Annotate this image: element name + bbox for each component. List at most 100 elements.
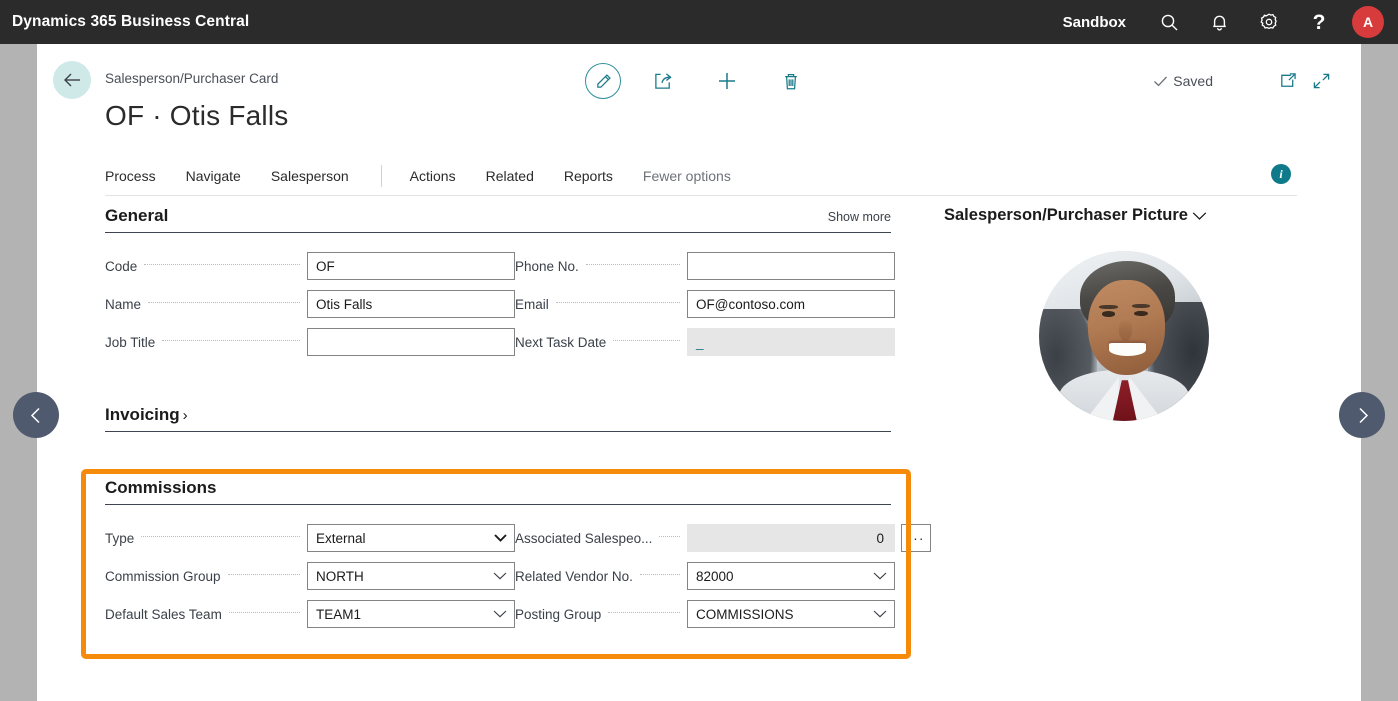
section-invoicing-label: Invoicing [105, 405, 180, 424]
related-vendor-no-input[interactable] [687, 562, 895, 590]
label-associated-salespersons: Associated Salespeo... [515, 530, 653, 546]
control-next-task-date: _ [687, 328, 895, 356]
section-commissions-title: Commissions [105, 478, 217, 497]
field-row-next-task-date: Next Task Date _ [515, 323, 895, 361]
field-row-phone-no: Phone No. [515, 247, 895, 285]
field-row-type: Type External [105, 519, 515, 557]
control-phone-no [687, 252, 895, 280]
commission-group-lookup [307, 562, 515, 590]
label-commission-group: Commission Group [105, 568, 221, 584]
app-brand-title: Dynamics 365 Business Central [12, 13, 250, 30]
code-input[interactable] [307, 252, 515, 280]
menu-item-fewer-options[interactable]: Fewer options [643, 168, 731, 184]
collapse-icon[interactable] [1305, 65, 1337, 97]
label-job-title: Job Title [105, 334, 156, 350]
leader-dots [227, 573, 300, 575]
leader-dots [162, 339, 300, 341]
page-title: OF · Otis Falls [105, 100, 289, 131]
menu-item-reports[interactable]: Reports [564, 168, 613, 184]
leader-dots [608, 611, 680, 613]
control-email [687, 290, 895, 318]
new-button[interactable] [705, 59, 749, 103]
app-root: Dynamics 365 Business Central Sandbox ? [0, 0, 1398, 701]
control-related-vendor-no [687, 562, 895, 590]
notifications-icon[interactable] [1202, 5, 1236, 39]
breadcrumb[interactable]: Salesperson/Purchaser Card [105, 71, 278, 86]
name-input[interactable] [307, 290, 515, 318]
leader-dots [228, 611, 300, 613]
drilldown-ellipsis-button[interactable]: ··· [901, 524, 931, 552]
section-general-header: General Show more [105, 206, 891, 233]
user-avatar[interactable]: A [1352, 6, 1384, 38]
field-row-name: Name [105, 285, 515, 323]
global-top-bar: Dynamics 365 Business Central Sandbox ? [0, 0, 1398, 44]
type-select[interactable]: External [307, 524, 515, 552]
posting-group-lookup [687, 600, 895, 628]
next-task-date-value: _ [687, 328, 895, 356]
chevron-right-icon: › [182, 407, 188, 424]
field-row-job-title: Job Title [105, 323, 515, 361]
share-button[interactable] [641, 59, 685, 103]
control-job-title [307, 328, 515, 356]
control-associated-salespersons: 0 ··· [687, 524, 931, 552]
previous-record-button[interactable] [13, 392, 59, 438]
show-more-link[interactable]: Show more [828, 210, 891, 226]
label-phone-no: Phone No. [515, 258, 579, 274]
next-record-button[interactable] [1339, 392, 1385, 438]
menu-item-process[interactable]: Process [105, 168, 156, 184]
menu-separator [380, 164, 382, 187]
general-left-column: Code Name [105, 247, 515, 361]
delete-button[interactable] [769, 59, 813, 103]
factbox-salesperson-picture: Salesperson/Purchaser Picture [944, 206, 1304, 421]
type-dropdown-wrap: External [307, 524, 515, 552]
factbox-title[interactable]: Salesperson/Purchaser Picture [944, 206, 1304, 225]
field-row-email: Email [515, 285, 895, 323]
photo-brow-right [1131, 303, 1151, 309]
section-invoicing[interactable]: Invoicing › [105, 405, 895, 432]
job-title-input[interactable] [307, 328, 515, 356]
default-sales-team-input[interactable] [307, 600, 515, 628]
field-row-related-vendor-no: Related Vendor No. [515, 557, 895, 595]
back-button[interactable] [53, 61, 91, 99]
control-commission-group [307, 562, 515, 590]
save-status-label: Saved [1173, 73, 1213, 89]
photo-smile [1108, 342, 1147, 356]
photo-brow-left [1099, 304, 1119, 309]
photo-eye-left [1101, 311, 1116, 317]
section-invoicing-header[interactable]: Invoicing › [105, 405, 891, 432]
edit-button[interactable] [585, 63, 621, 99]
label-default-sales-team: Default Sales Team [105, 606, 222, 622]
form-content: General Show more Code Name [105, 206, 931, 633]
avatar-initial: A [1362, 14, 1374, 30]
general-grid: Code Name [105, 247, 895, 361]
leader-dots [141, 535, 300, 537]
control-default-sales-team [307, 600, 515, 628]
page-sheet: Salesperson/Purchaser Card Saved OF · Ot… [37, 44, 1361, 701]
leader-dots [659, 535, 680, 537]
phone-no-input[interactable] [687, 252, 895, 280]
leader-dots [148, 301, 300, 303]
menu-item-navigate[interactable]: Navigate [186, 168, 241, 184]
open-in-new-window-icon[interactable] [1271, 65, 1303, 97]
default-sales-team-lookup [307, 600, 515, 628]
search-icon[interactable] [1152, 5, 1186, 39]
commissions-right-column: Associated Salespeo... 0 ··· Related Ven… [515, 519, 931, 633]
help-icon[interactable]: ? [1302, 5, 1336, 39]
settings-icon[interactable] [1252, 5, 1286, 39]
info-icon[interactable]: i [1271, 164, 1291, 184]
label-code: Code [105, 258, 138, 274]
section-general: General Show more Code Name [105, 206, 895, 361]
posting-group-input[interactable] [687, 600, 895, 628]
leader-dots [639, 573, 680, 575]
chevron-left-icon [30, 407, 40, 423]
menu-item-related[interactable]: Related [486, 168, 534, 184]
label-type: Type [105, 530, 135, 546]
menu-item-actions[interactable]: Actions [410, 168, 456, 184]
email-input[interactable] [687, 290, 895, 318]
label-name: Name [105, 296, 142, 312]
help-glyph: ? [1312, 10, 1326, 34]
commission-group-input[interactable] [307, 562, 515, 590]
chevron-down-icon [1192, 211, 1207, 220]
section-commissions: Commissions Type External Commission Gro… [105, 478, 931, 633]
menu-item-salesperson[interactable]: Salesperson [271, 168, 349, 184]
